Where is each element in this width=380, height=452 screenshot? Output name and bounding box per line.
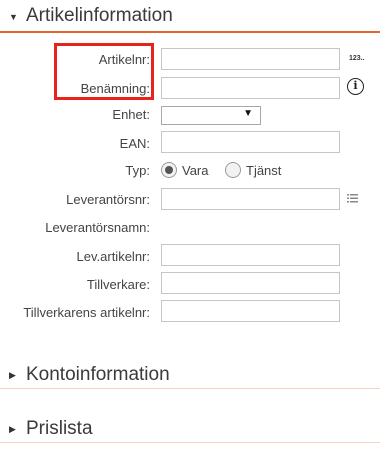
section-title: Prislista (26, 418, 93, 439)
radio-vara-label[interactable]: Vara (182, 163, 209, 178)
lev-artikelnr-input[interactable] (161, 244, 340, 266)
enhet-select[interactable]: ▼ (161, 106, 261, 125)
info-icon[interactable]: i (347, 78, 364, 95)
artikelnr-input[interactable] (161, 48, 340, 70)
radio-vara[interactable] (161, 162, 177, 178)
tillverkare-label: Tillverkare: (86, 277, 150, 292)
section-title: Artikelinformation (26, 5, 173, 26)
benamning-input[interactable] (161, 77, 340, 99)
enhet-label: Enhet: (112, 107, 150, 122)
expand-triangle-icon[interactable]: ▶ (9, 424, 16, 435)
tillverkarens-artikelnr-input[interactable] (161, 300, 340, 322)
tillverkarens-artikelnr-label: Tillverkarens artikelnr: (23, 305, 150, 320)
typ-label: Typ: (125, 163, 150, 178)
leverantorsnr-input[interactable] (161, 188, 340, 210)
list-icon[interactable] (347, 192, 359, 204)
number-series-icon[interactable]: 123.. (349, 55, 365, 62)
lev-artikelnr-label: Lev.artikelnr: (76, 249, 150, 264)
radio-tjanst[interactable] (225, 162, 241, 178)
section-kontoinformation[interactable]: ▶ Kontoinformation (0, 360, 380, 389)
artikelnr-label: Artikelnr: (98, 52, 150, 67)
ean-label: EAN: (119, 136, 150, 151)
leverantorsnr-label: Leverantörsnr: (66, 192, 150, 207)
benamning-label: Benämning: (80, 81, 150, 96)
ean-input[interactable] (161, 131, 340, 153)
section-title: Kontoinformation (26, 364, 170, 385)
collapse-triangle-icon[interactable]: ▼ (9, 12, 18, 22)
section-artikelinformation[interactable]: ▼ Artikelinformation (0, 0, 380, 33)
leverantorsnamn-label: Leverantörsnamn: (45, 220, 150, 235)
dropdown-arrow-icon: ▼ (243, 108, 253, 119)
section-prislista[interactable]: ▶ Prislista (0, 414, 380, 443)
expand-triangle-icon[interactable]: ▶ (9, 370, 16, 381)
tillverkare-input[interactable] (161, 272, 340, 294)
radio-tjanst-label[interactable]: Tjänst (246, 163, 281, 178)
